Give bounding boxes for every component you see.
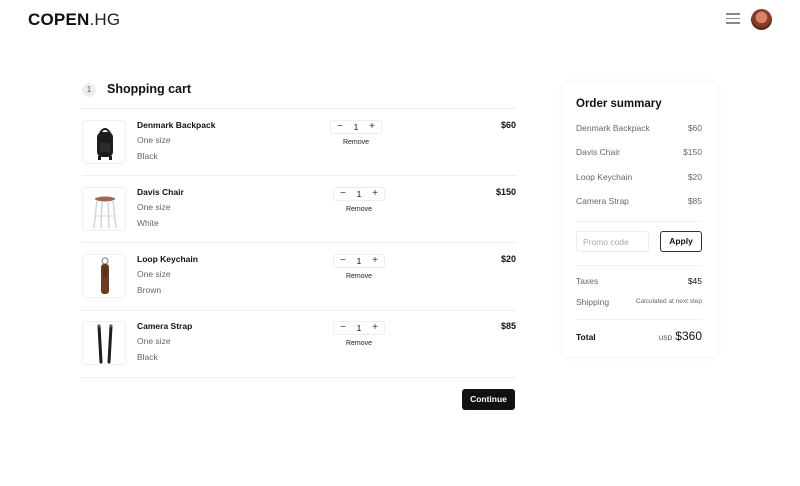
item-color: Brown xyxy=(137,285,162,295)
quantity-stepper: − 1 + xyxy=(333,254,385,268)
quantity-value[interactable]: 1 xyxy=(345,121,367,133)
quantity-stepper: − 1 + xyxy=(333,321,385,335)
divider xyxy=(82,108,516,109)
item-color: Black xyxy=(137,151,158,161)
remove-button[interactable]: Remove xyxy=(333,206,385,213)
item-color: Black xyxy=(137,352,158,362)
item-price: $20 xyxy=(500,254,516,264)
keychain-image xyxy=(82,254,126,298)
chair-image xyxy=(82,187,126,231)
total-row: Total USD $360 xyxy=(576,329,702,345)
item-name: Loop Keychain xyxy=(137,254,198,264)
quantity-value[interactable]: 1 xyxy=(348,255,370,267)
increment-button[interactable]: + xyxy=(365,121,379,133)
divider xyxy=(576,319,702,320)
summary-line-label: Davis Chair xyxy=(576,147,620,157)
divider xyxy=(82,310,516,311)
item-color: White xyxy=(137,218,159,228)
item-price: $85 xyxy=(500,321,516,331)
summary-line-value: $85 xyxy=(687,196,702,206)
order-summary-title: Order summary xyxy=(576,98,662,110)
taxes-value: $45 xyxy=(687,276,702,286)
total-currency: USD xyxy=(658,335,673,342)
quantity-stepper: − 1 + xyxy=(333,187,385,201)
item-name: Davis Chair xyxy=(137,187,184,197)
promo-code-input[interactable] xyxy=(576,231,649,252)
brand-suffix: .HG xyxy=(89,10,121,29)
divider xyxy=(576,265,702,266)
quantity-value[interactable]: 1 xyxy=(348,188,370,200)
taxes-label: Taxes xyxy=(576,276,599,286)
summary-line-value: $150 xyxy=(683,147,702,157)
item-size: One size xyxy=(137,336,171,346)
shipping-row: Shipping Calculated at next step xyxy=(576,297,702,309)
total-label: Total xyxy=(576,332,596,342)
total-value: $360 xyxy=(675,329,702,343)
summary-line-value: $20 xyxy=(687,172,702,182)
cart-item-loop-keychain: Loop Keychain One size Brown − 1 + Remov… xyxy=(82,254,516,310)
shipping-value: Calculated at next step xyxy=(635,298,702,305)
divider xyxy=(82,377,516,378)
summary-line: Davis Chair $150 xyxy=(576,147,702,159)
item-price: $60 xyxy=(500,120,516,130)
taxes-row: Taxes $45 xyxy=(576,276,702,288)
continue-button[interactable]: Continue xyxy=(462,389,515,410)
cart-item-davis-chair: Davis Chair One size White − 1 + Remove … xyxy=(82,187,516,243)
item-size: One size xyxy=(137,202,171,212)
brand-name: COPEN xyxy=(28,10,90,29)
increment-button[interactable]: + xyxy=(368,322,382,334)
brand-logo[interactable]: COPEN.HG xyxy=(28,10,120,30)
cart-item-camera-strap: Camera Strap One size Black − 1 + Remove… xyxy=(82,321,516,377)
quantity-stepper: − 1 + xyxy=(330,120,382,134)
camera-strap-image xyxy=(82,321,126,365)
increment-button[interactable]: + xyxy=(368,255,382,267)
hamburger-menu-icon[interactable] xyxy=(726,13,740,25)
summary-line-label: Camera Strap xyxy=(576,196,629,206)
step-badge: 1 xyxy=(82,83,96,97)
summary-line: Camera Strap $85 xyxy=(576,196,702,208)
summary-line: Loop Keychain $20 xyxy=(576,172,702,184)
apply-button[interactable]: Apply xyxy=(660,231,702,252)
summary-line-value: $60 xyxy=(687,123,702,133)
divider xyxy=(82,175,516,176)
item-name: Denmark Backpack xyxy=(137,120,216,130)
order-summary-panel: Order summary Denmark Backpack $60 Davis… xyxy=(563,83,717,356)
total-value-wrap: USD $360 xyxy=(659,329,702,343)
item-size: One size xyxy=(137,135,171,145)
remove-button[interactable]: Remove xyxy=(330,139,382,146)
backpack-image xyxy=(82,120,126,164)
header: COPEN.HG xyxy=(0,0,800,40)
increment-button[interactable]: + xyxy=(368,188,382,200)
remove-button[interactable]: Remove xyxy=(333,340,385,347)
cart-title: Shopping cart xyxy=(107,82,192,96)
summary-line-label: Loop Keychain xyxy=(576,172,633,182)
summary-line: Denmark Backpack $60 xyxy=(576,123,702,135)
item-price: $150 xyxy=(495,187,516,197)
divider xyxy=(576,221,702,222)
summary-line-label: Denmark Backpack xyxy=(576,123,650,133)
cart-item-denmark-backpack: Denmark Backpack One size Black − 1 + Re… xyxy=(82,120,516,176)
user-avatar[interactable] xyxy=(751,9,772,30)
shipping-label: Shipping xyxy=(576,297,610,307)
quantity-value[interactable]: 1 xyxy=(348,322,370,334)
item-name: Camera Strap xyxy=(137,321,193,331)
divider xyxy=(82,242,516,243)
item-size: One size xyxy=(137,269,171,279)
remove-button[interactable]: Remove xyxy=(333,273,385,280)
